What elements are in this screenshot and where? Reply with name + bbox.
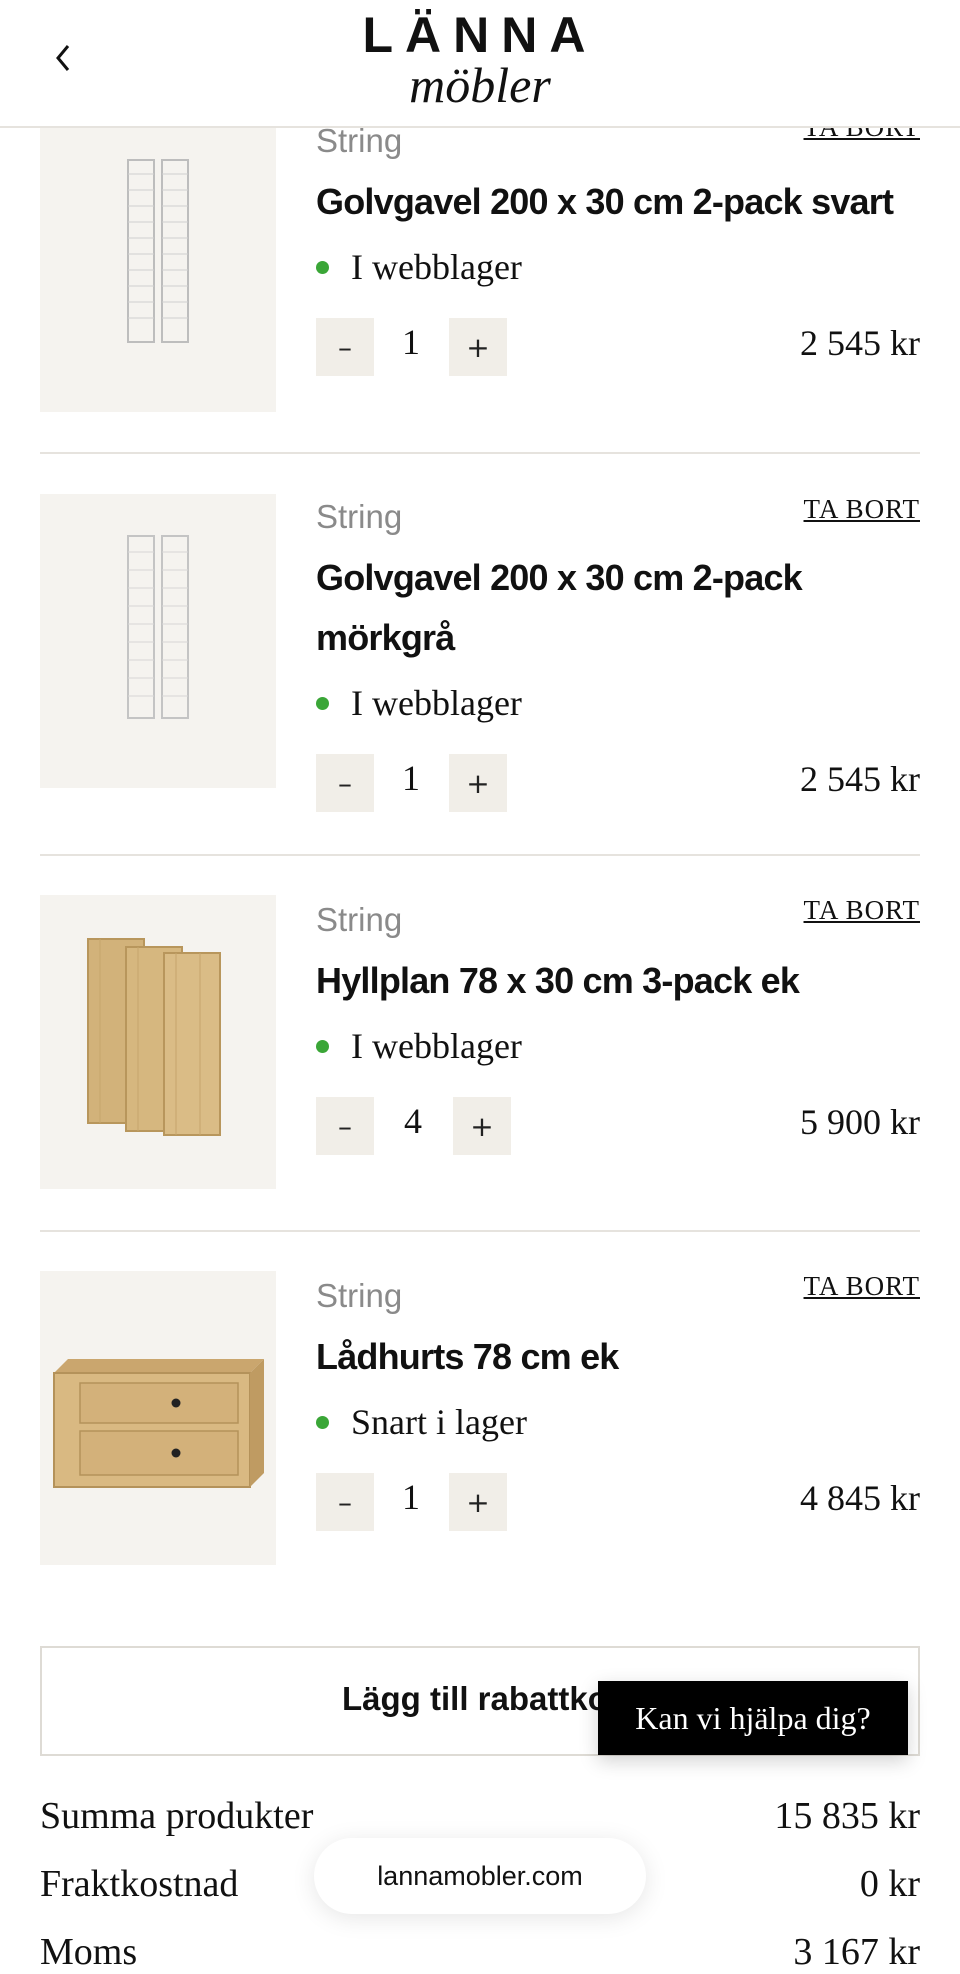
product-title[interactable]: Golvgavel 200 x 30 cm 2-pack svart xyxy=(316,172,916,232)
product-price: 4 845 kr xyxy=(800,1478,920,1518)
site-header: LÄNNA möbler xyxy=(0,0,960,128)
shipping-cost-label: Fraktkostnad xyxy=(40,1863,239,1905)
product-price: 2 545 kr xyxy=(800,323,920,363)
wire-shelf-panel-icon xyxy=(127,159,189,343)
products-total-label: Summa produkter xyxy=(40,1795,314,1837)
remove-button[interactable]: TA BORT xyxy=(804,895,920,926)
stock-status: I webblager xyxy=(316,246,522,288)
cart-item: String TA BORT Golvgavel 200 x 30 cm 2-p… xyxy=(40,112,920,418)
help-chat-button[interactable]: Kan vi hjälpa dig? xyxy=(598,1681,908,1755)
decrease-quantity-button[interactable]: – xyxy=(316,318,374,376)
wire-shelf-panel-icon xyxy=(127,535,189,719)
remove-button[interactable]: TA BORT xyxy=(804,494,920,525)
stock-status: I webblager xyxy=(316,682,522,724)
increase-quantity-button[interactable]: + xyxy=(449,1473,507,1531)
product-brand: String xyxy=(316,498,403,535)
vat-label: Moms xyxy=(40,1931,138,1973)
product-title[interactable]: Lådhurts 78 cm ek xyxy=(316,1327,916,1387)
oak-shelves-icon xyxy=(87,938,221,1136)
product-image[interactable] xyxy=(40,118,276,412)
products-total-value: 15 835 kr xyxy=(774,1795,920,1837)
product-image[interactable] xyxy=(40,494,276,788)
item-divider xyxy=(40,1230,920,1232)
cart-item: String TA BORT Golvgavel 200 x 30 cm 2-p… xyxy=(40,494,920,812)
increase-quantity-button[interactable]: + xyxy=(453,1097,511,1155)
logo-subtitle[interactable]: möbler xyxy=(0,56,960,114)
product-price: 5 900 kr xyxy=(800,1102,920,1142)
product-title[interactable]: Golvgavel 200 x 30 cm 2-pack mörkgrå xyxy=(316,548,876,668)
discount-label: Lägg till rabattkod xyxy=(342,1680,629,1717)
decrease-quantity-button[interactable]: – xyxy=(316,754,374,812)
stock-dot-icon xyxy=(316,260,329,274)
product-image[interactable] xyxy=(40,1271,276,1565)
product-brand: String xyxy=(316,1277,403,1314)
cart-item: String TA BORT Hyllplan 78 x 30 cm 3-pac… xyxy=(40,895,920,1195)
stock-status: Snart i lager xyxy=(316,1401,527,1443)
stock-dot-icon xyxy=(316,696,329,710)
shipping-cost-value: 0 kr xyxy=(859,1863,920,1905)
vat-value: 3 167 kr xyxy=(793,1931,920,1973)
stock-label: I webblager xyxy=(351,247,522,287)
stock-dot-icon xyxy=(316,1039,329,1053)
product-image[interactable] xyxy=(40,895,276,1189)
product-title[interactable]: Hyllplan 78 x 30 cm 3-pack ek xyxy=(316,951,916,1011)
item-divider xyxy=(40,452,920,454)
quantity-value[interactable]: 1 xyxy=(391,757,431,799)
stock-label: Snart i lager xyxy=(351,1402,527,1442)
stock-label: I webblager xyxy=(351,683,522,723)
quantity-value[interactable]: 1 xyxy=(391,321,431,363)
product-price: 2 545 kr xyxy=(800,759,920,799)
quantity-value[interactable]: 1 xyxy=(391,1476,431,1518)
cart-item: String TA BORT Lådhurts 78 cm ek Snart i… xyxy=(40,1271,920,1571)
decrease-quantity-button[interactable]: – xyxy=(316,1097,374,1155)
browser-url-bar[interactable]: lannamobler.com xyxy=(314,1838,646,1914)
stock-status: I webblager xyxy=(316,1025,522,1067)
oak-drawer-chest-icon xyxy=(53,1359,264,1488)
decrease-quantity-button[interactable]: – xyxy=(316,1473,374,1531)
remove-button[interactable]: TA BORT xyxy=(804,1271,920,1302)
stock-label: I webblager xyxy=(351,1026,522,1066)
increase-quantity-button[interactable]: + xyxy=(449,754,507,812)
stock-dot-icon xyxy=(316,1415,329,1429)
item-divider xyxy=(40,854,920,856)
product-brand: String xyxy=(316,901,403,938)
quantity-value[interactable]: 4 xyxy=(393,1100,433,1142)
increase-quantity-button[interactable]: + xyxy=(449,318,507,376)
